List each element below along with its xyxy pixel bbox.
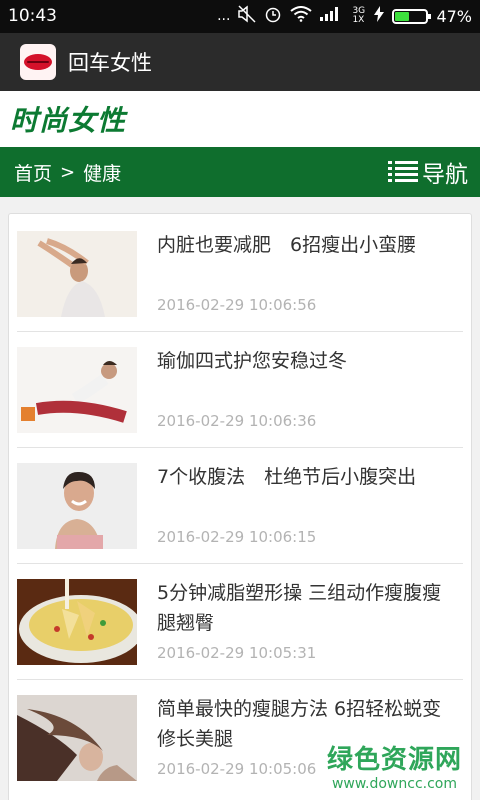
article-date: 2016-02-29 10:05:31: [157, 644, 317, 662]
nav-menu-label: 导航: [422, 162, 468, 188]
article-list: 内脏也要减肥 6招瘦出小蛮腰 2016-02-29 10:06:56 瑜伽四式护…: [8, 213, 472, 800]
list-item[interactable]: 内脏也要减肥 6招瘦出小蛮腰 2016-02-29 10:06:56: [17, 214, 463, 332]
list-item[interactable]: 5分钟减脂塑形操 三组动作瘦腹瘦腿翘臀 2016-02-29 10:05:31: [17, 564, 463, 680]
list-item[interactable]: 瑜伽四式护您安稳过冬 2016-02-29 10:06:36: [17, 332, 463, 448]
watermark-name: 绿色资源网: [326, 745, 462, 775]
status-icons: ... 3G 1X 47%: [217, 5, 472, 27]
article-thumbnail[interactable]: [17, 231, 137, 317]
article-thumbnail[interactable]: [17, 463, 137, 549]
site-title[interactable]: 时尚女性: [10, 99, 126, 139]
site-header: 时尚女性: [0, 91, 480, 147]
article-date: 2016-02-29 10:06:36: [157, 412, 317, 430]
battery-fill: [395, 11, 410, 21]
more-dots-icon: ...: [217, 8, 231, 24]
article-thumbnail[interactable]: [17, 579, 137, 665]
article-title[interactable]: 5分钟减脂塑形操 三组动作瘦腹瘦腿翘臀: [157, 578, 457, 638]
article-thumbnail[interactable]: [17, 347, 137, 433]
status-bar: 10:43 ... 3G 1X 47%: [0, 0, 480, 33]
status-time: 10:43: [8, 6, 57, 26]
watermark-url: www.downcc.com: [331, 776, 458, 792]
signal-icon: [320, 7, 344, 25]
breadcrumb: 首页 > 健康: [14, 159, 121, 186]
article-date: 2016-02-29 10:06:15: [157, 528, 317, 546]
battery-icon: [392, 8, 432, 24]
article-date: 2016-02-29 10:05:06: [157, 760, 317, 778]
lips-icon[interactable]: [20, 44, 56, 80]
mute-icon: [238, 5, 256, 27]
nav-menu-button[interactable]: 导航: [388, 155, 468, 189]
nav-bar: 首页 > 健康 导航: [0, 147, 480, 197]
article-title[interactable]: 内脏也要减肥 6招瘦出小蛮腰: [157, 230, 457, 260]
alarm-icon: [264, 5, 282, 27]
watermark: 绿色资源网 www.downcc.com: [327, 739, 462, 792]
battery-percent: 47%: [436, 6, 472, 26]
article-date: 2016-02-29 10:06:56: [157, 296, 317, 314]
breadcrumb-current[interactable]: 健康: [83, 159, 121, 186]
article-title[interactable]: 瑜伽四式护您安稳过冬: [157, 346, 457, 376]
charging-icon: [374, 6, 385, 26]
list-item[interactable]: 7个收腹法 杜绝节后小腹突出 2016-02-29 10:06:15: [17, 448, 463, 564]
article-thumbnail[interactable]: [17, 695, 137, 781]
list-icon: [388, 161, 418, 183]
breadcrumb-home[interactable]: 首页: [14, 159, 52, 186]
app-title: 回车女性: [68, 51, 152, 75]
breadcrumb-separator: >: [60, 162, 76, 183]
wifi-icon: [290, 6, 313, 26]
article-title[interactable]: 7个收腹法 杜绝节后小腹突出: [157, 462, 457, 492]
app-bar: 回车女性: [0, 33, 480, 91]
network-type: 3G 1X: [352, 6, 366, 25]
